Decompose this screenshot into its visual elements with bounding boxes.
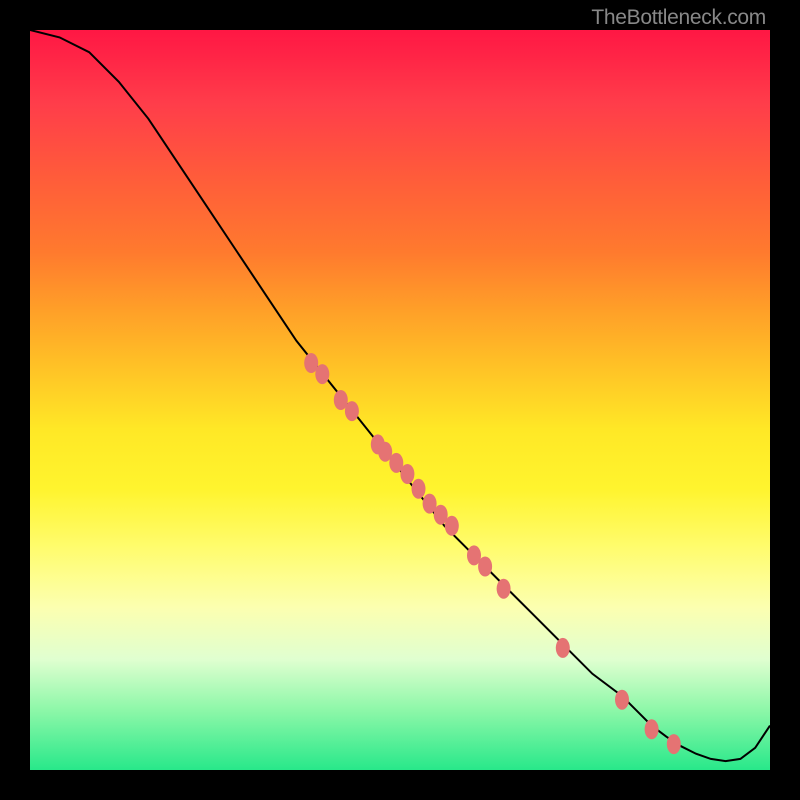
watermark-text: TheBottleneck.com [591,6,766,30]
data-marker [412,479,426,499]
marker-group [304,353,681,754]
plot-area [30,30,770,770]
data-marker [615,690,629,710]
data-marker [667,734,681,754]
data-marker [400,464,414,484]
data-marker [556,638,570,658]
data-marker [497,579,511,599]
chart-container: TheBottleneck.com [0,0,800,800]
data-marker [315,364,329,384]
curve-line [30,30,770,761]
data-marker [478,557,492,577]
data-marker [345,401,359,421]
chart-svg [30,30,770,770]
data-marker [445,516,459,536]
data-marker [645,719,659,739]
